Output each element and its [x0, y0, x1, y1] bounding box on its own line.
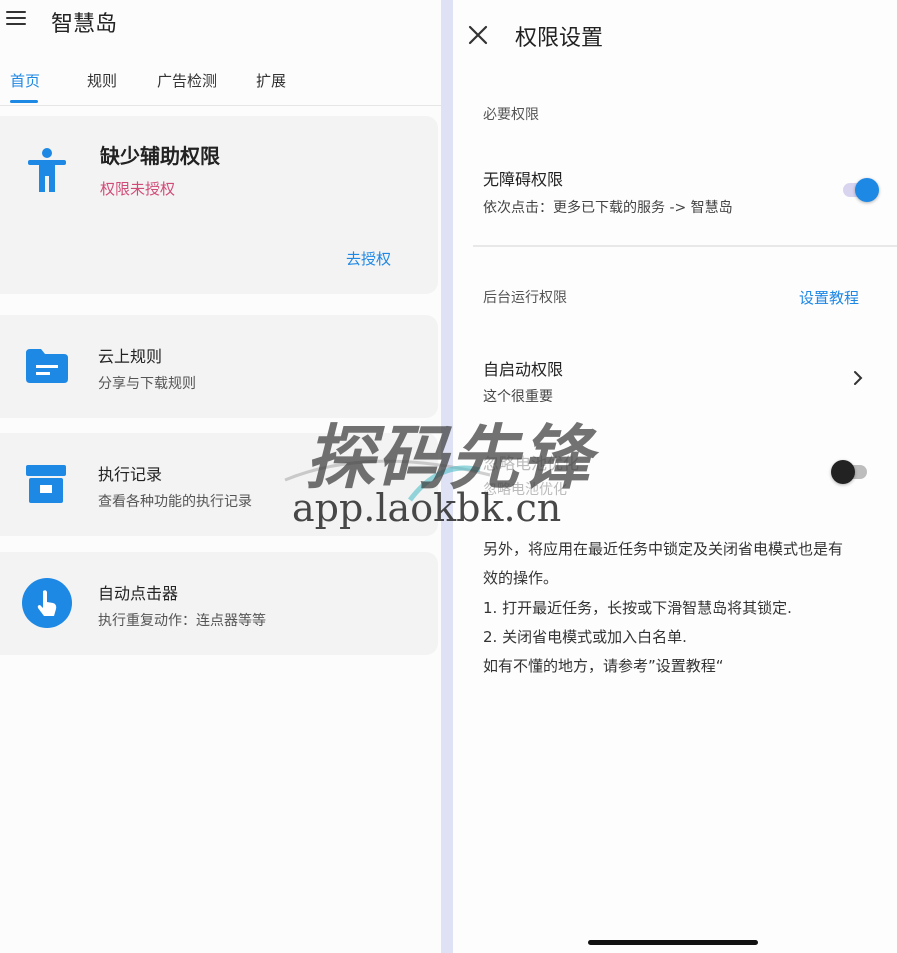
note-line: 效的操作。 [483, 569, 559, 587]
note-line: 如有不懂的地方，请参考”设置教程“ [483, 657, 724, 675]
note-line: 2. 关闭省电模式或加入白名单. [483, 628, 687, 646]
section-label-background: 后台运行权限 [483, 290, 567, 306]
battery-optimization-toggle[interactable] [831, 460, 871, 484]
close-icon[interactable] [467, 24, 489, 46]
menu-icon[interactable] [6, 11, 26, 25]
card-subtitle: 分享与下载规则 [98, 376, 196, 392]
tab-ad-detect[interactable]: 广告检测 [157, 70, 217, 91]
tab-rules[interactable]: 规则 [87, 70, 117, 91]
home-indicator [588, 940, 758, 945]
page-title: 权限设置 [515, 26, 604, 51]
accessibility-icon [28, 148, 66, 192]
tutorial-link[interactable]: 设置教程 [799, 287, 859, 308]
app-title: 智慧岛 [51, 12, 118, 37]
permission-status: 权限未授权 [100, 180, 176, 198]
authorize-button[interactable]: 去授权 [346, 248, 391, 269]
folder-icon [26, 349, 68, 383]
accessibility-permission-hint: 依次点击：更多已下载的服务 -> 智慧岛 [483, 200, 733, 216]
accessibility-toggle[interactable] [839, 178, 879, 202]
card-subtitle: 执行重复动作：连点器等等 [98, 613, 266, 629]
note-line: 另外，将应用在最近任务中锁定及关闭省电模式也是有 [483, 540, 844, 558]
card-title: 执行记录 [98, 465, 163, 484]
accessibility-permission-title: 无障碍权限 [483, 170, 564, 189]
archive-icon [26, 465, 66, 503]
note-line: 1. 打开最近任务，长按或下滑智慧岛将其锁定. [483, 599, 792, 617]
tab-home[interactable]: 首页 [10, 70, 40, 91]
app-bar: 智慧岛 [0, 0, 441, 40]
toggle-thumb [831, 460, 855, 484]
tab-indicator [10, 100, 38, 103]
card-title: 自动点击器 [98, 584, 179, 603]
autostart-permission-title[interactable]: 自启动权限 [483, 356, 563, 380]
tab-extensions[interactable]: 扩展 [256, 70, 286, 91]
section-label-required: 必要权限 [483, 107, 539, 123]
toggle-thumb [855, 178, 879, 202]
touch-icon [22, 578, 72, 628]
card-title: 缺少辅助权限 [100, 144, 220, 168]
accessibility-permission-card: 缺少辅助权限 权限未授权 去授权 [0, 116, 438, 294]
card-subtitle: 查看各种功能的执行记录 [98, 494, 252, 510]
chevron-right-icon[interactable] [851, 369, 865, 387]
tab-bar: 首页 规则 广告检测 扩展 [0, 62, 441, 106]
watermark-url: app.laokbk.cn [292, 486, 562, 530]
card-title: 云上规则 [98, 347, 163, 366]
auto-clicker-card[interactable]: 自动点击器 执行重复动作：连点器等等 [0, 552, 438, 655]
section-divider [473, 245, 897, 247]
